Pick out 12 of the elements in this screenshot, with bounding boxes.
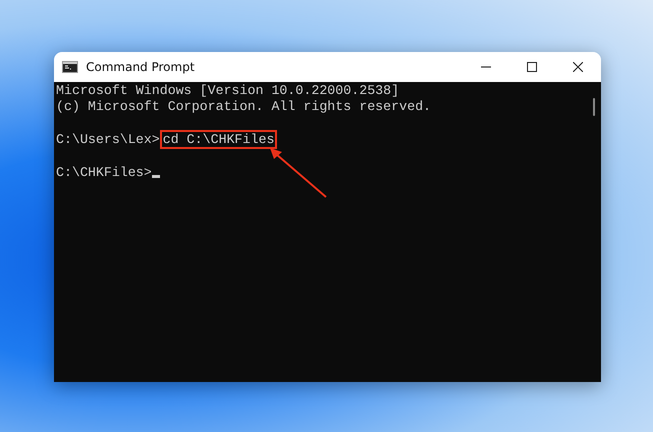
annotation-arrow [270,148,327,198]
text-cursor [152,174,160,178]
terminal-icon [62,61,78,73]
prompt-path: C:\Users\Lex> [56,132,160,148]
maximize-icon [527,62,537,72]
console-text: (c) Microsoft Corporation. All rights reserved. [56,99,432,114]
highlighted-command: cd C:\CHKFiles [160,130,278,150]
window-title: Command Prompt [86,60,196,74]
console-text: Microsoft Windows [Version 10.0.22000.2538] [56,83,400,98]
close-icon [573,62,583,72]
scrollbar-thumb[interactable] [593,98,595,116]
prompt-path: C:\CHKFiles> [56,164,152,180]
